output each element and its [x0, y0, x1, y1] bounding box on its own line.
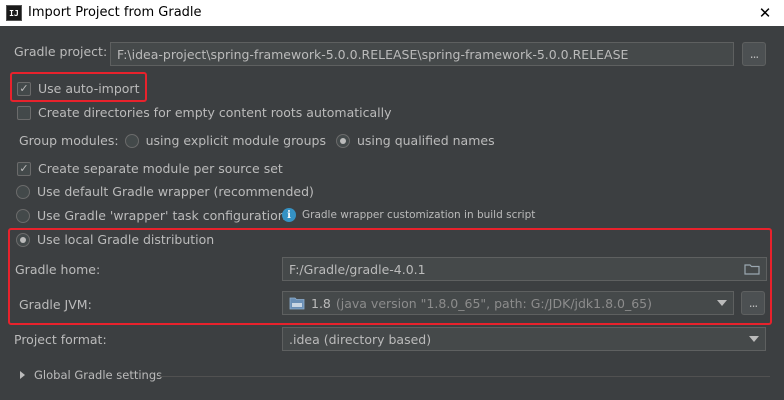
gradle-jvm-detail: (java version "1.8.0_65", path: G:/JDK/j… — [335, 295, 653, 311]
info-icon: i — [282, 208, 296, 222]
jdk-folder-icon — [289, 297, 305, 310]
project-format-label: Project format: — [14, 332, 107, 347]
local-distribution-label: Use local Gradle distribution — [37, 232, 215, 247]
project-format-select[interactable]: .idea (directory based) — [282, 327, 766, 351]
checkbox-checked-icon: ✓ — [17, 81, 31, 96]
gradle-jvm-version: 1.8 — [311, 295, 331, 311]
gradle-home-value: F:/Gradle/gradle-4.0.1 — [289, 261, 426, 277]
group-modules-row: Group modules: using explicit module gro… — [19, 133, 495, 148]
auto-import-label: Use auto-import — [38, 81, 140, 96]
gradle-project-browse-button[interactable]: ... — [742, 42, 766, 66]
gradle-jvm-browse-button[interactable]: ... — [741, 291, 765, 315]
create-dirs-label: Create directories for empty content roo… — [38, 105, 392, 120]
separator — [160, 376, 770, 377]
radio-unselected-icon — [16, 208, 30, 223]
separate-module-label: Create separate module per source set — [38, 161, 283, 176]
gradle-jvm-select[interactable]: 1.8 (java version "1.8.0_65", path: G:/J… — [282, 291, 734, 315]
global-settings-toggle[interactable]: Global Gradle settings — [20, 368, 162, 382]
auto-import-checkbox[interactable]: ✓ Use auto-import — [17, 81, 139, 96]
default-wrapper-radio[interactable]: Use default Gradle wrapper (recommended) — [16, 184, 314, 199]
gradle-home-label: Gradle home: — [15, 262, 101, 277]
chevron-down-icon — [749, 336, 759, 342]
radio-unselected-icon — [16, 184, 30, 199]
close-icon[interactable]: ✕ — [754, 2, 776, 24]
wrapper-hint: i Gradle wrapper customization in build … — [282, 208, 535, 222]
wrapper-task-radio[interactable]: Use Gradle 'wrapper' task configuration — [16, 208, 286, 223]
group-explicit-label: using explicit module groups — [145, 133, 326, 148]
gradle-jvm-row: Gradle JVM: — [19, 297, 92, 312]
group-modules-label: Group modules: — [19, 133, 119, 148]
gradle-jvm-label: Gradle JVM: — [19, 297, 92, 312]
gradle-project-row: Gradle project: — [14, 44, 107, 59]
radio-unselected-icon — [124, 133, 139, 148]
checkbox-unchecked-icon — [17, 105, 31, 120]
gradle-project-label: Gradle project: — [14, 44, 108, 59]
gradle-project-input[interactable]: F:\idea-project\spring-framework-5.0.0.R… — [110, 42, 734, 66]
group-explicit-radio[interactable]: using explicit module groups — [124, 133, 336, 148]
chevron-down-icon — [717, 300, 727, 306]
intellij-app-icon: IJ — [6, 5, 22, 21]
gradle-home-input[interactable]: F:/Gradle/gradle-4.0.1 — [282, 257, 767, 281]
local-distribution-radio[interactable]: Use local Gradle distribution — [16, 232, 214, 247]
group-qualified-label: using qualified names — [356, 133, 495, 148]
project-format-value: .idea (directory based) — [289, 331, 432, 347]
default-wrapper-label: Use default Gradle wrapper (recommended) — [37, 184, 314, 199]
window-title: Import Project from Gradle — [28, 5, 202, 20]
wrapper-hint-text: Gradle wrapper customization in build sc… — [302, 209, 536, 221]
global-settings-label: Global Gradle settings — [34, 368, 163, 382]
checkbox-checked-icon: ✓ — [17, 161, 31, 176]
group-qualified-radio[interactable]: using qualified names — [335, 133, 495, 148]
expand-arrow-icon — [20, 371, 25, 379]
gradle-home-row: Gradle home: — [15, 262, 100, 277]
create-dirs-checkbox[interactable]: Create directories for empty content roo… — [17, 105, 392, 120]
title-bar: IJ Import Project from Gradle ✕ — [0, 0, 784, 26]
folder-icon[interactable] — [744, 263, 760, 275]
radio-selected-icon — [16, 232, 30, 247]
separate-module-checkbox[interactable]: ✓ Create separate module per source set — [17, 161, 283, 176]
project-format-row: Project format: — [14, 332, 107, 347]
wrapper-task-label: Use Gradle 'wrapper' task configuration — [37, 208, 286, 223]
radio-selected-icon — [335, 133, 350, 148]
